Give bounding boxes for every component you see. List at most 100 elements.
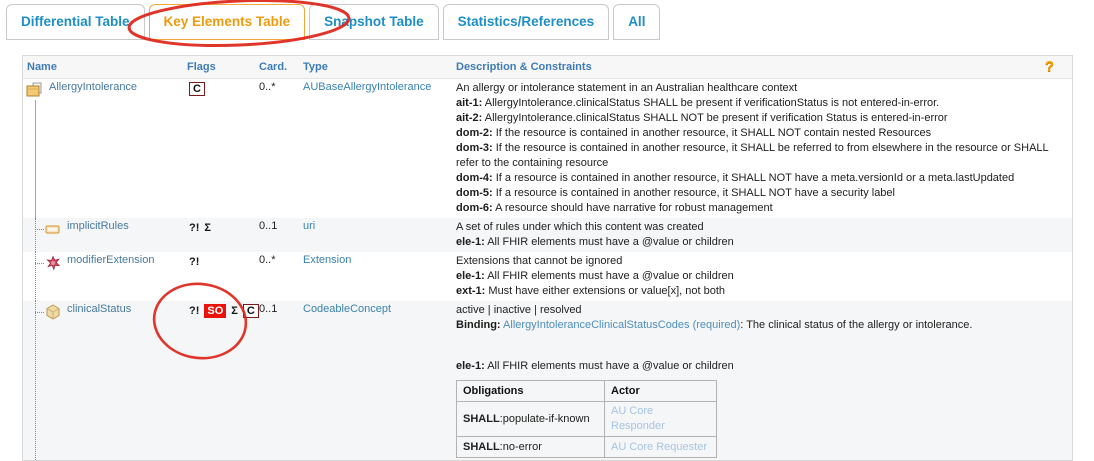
constraint-key: ele-1: <box>456 360 485 372</box>
constraint-key: ait-1: <box>456 97 482 109</box>
type-cell: CodeableConcept <box>303 301 456 460</box>
help-icon[interactable]: ? <box>1045 58 1054 75</box>
tab-bar: Differential Table Key Elements Table Sn… <box>0 0 1094 40</box>
type-link[interactable]: Extension <box>303 254 351 266</box>
binding-line: Binding: AllergyIntoleranceClinicalStatu… <box>456 318 1064 333</box>
element-name-link[interactable]: modifierExtension <box>67 254 154 266</box>
actor-header: Actor <box>605 381 717 402</box>
binding-description: : The clinical status of the allergy or … <box>740 319 972 331</box>
modifier-extension-star-icon <box>45 255 61 271</box>
element-name-cell: AllergyIntolerance <box>23 79 187 218</box>
summary-flag[interactable]: Σ <box>204 221 211 234</box>
constraint-text: AllergyIntolerance.clinicalStatus SHALL … <box>482 97 939 109</box>
constraint-key: ele-1: <box>456 236 485 248</box>
modifier-flag[interactable]: ?! <box>189 221 199 234</box>
header-name: Name <box>23 61 187 73</box>
cardinality-cell: 0..1 <box>259 218 303 252</box>
obligation-strength: SHALL <box>463 413 500 425</box>
tab-label: Key Elements Table <box>164 14 291 29</box>
tab-snapshot-table[interactable]: Snapshot Table <box>309 4 439 40</box>
obligations-table: Obligations Actor SHALL:populate-if-know… <box>456 380 717 458</box>
tree-stub <box>35 263 44 264</box>
tree-stub <box>35 312 44 313</box>
element-name-cell: modifierExtension <box>23 252 187 301</box>
constraint-text: All FHIR elements must have a @value or … <box>485 270 734 282</box>
description-cell: Extensions that cannot be ignored ele-1:… <box>456 252 1072 301</box>
binding-strength-link[interactable]: (required) <box>690 319 741 331</box>
tab-key-elements-table[interactable]: Key Elements Table <box>149 4 306 40</box>
table-row-implicitrules: implicitRules ?! Σ 0..1 uri A set of rul… <box>23 218 1072 252</box>
flags-cell: ?! Σ <box>187 218 259 252</box>
constraint-key: dom-2: <box>456 127 493 139</box>
constraint-text: If a resource is contained in another re… <box>493 172 1015 184</box>
element-name-cell: clinicalStatus <box>23 301 187 460</box>
cardinality-cell: 0..1 <box>259 301 303 460</box>
constraint-text: If a resource is contained in another re… <box>493 187 895 199</box>
obligation-flag[interactable]: SO <box>204 304 226 318</box>
tree-line <box>35 301 36 460</box>
constraint-text: A resource should have narrative for rob… <box>493 202 773 214</box>
cardinality-cell: 0..* <box>259 79 303 218</box>
modifier-flag[interactable]: ?! <box>189 304 199 317</box>
constraint-text: Must have either extensions or value[x],… <box>485 285 725 297</box>
type-link[interactable]: AUBaseAllergyIntolerance <box>303 81 431 93</box>
tree-line <box>35 100 36 218</box>
table-row-modifierextension: modifierExtension ?! 0..* Extension Exte… <box>23 252 1072 301</box>
type-cell: AUBaseAllergyIntolerance <box>303 79 456 218</box>
constraint-key: dom-4: <box>456 172 493 184</box>
actor-link[interactable]: AU Core Requester <box>611 441 707 453</box>
table-row-allergyintolerance: AllergyIntolerance C 0..* AUBaseAllergyI… <box>23 79 1072 218</box>
resource-folder-icon <box>26 82 42 98</box>
binding-label: Binding: <box>456 319 501 331</box>
primitive-element-icon <box>45 221 61 237</box>
element-name-link[interactable]: clinicalStatus <box>67 303 131 315</box>
type-link[interactable]: uri <box>303 220 315 232</box>
constraint-flag[interactable]: C <box>189 82 205 96</box>
type-cell: uri <box>303 218 456 252</box>
constraint-key: dom-6: <box>456 202 493 214</box>
tree-line <box>35 218 36 252</box>
modifier-flag[interactable]: ?! <box>189 255 199 268</box>
obligation-code: :populate-if-known <box>500 413 590 425</box>
description-text: An allergy or intolerance statement in a… <box>456 82 797 94</box>
tab-label: Statistics/References <box>458 14 595 29</box>
type-link[interactable]: CodeableConcept <box>303 303 391 315</box>
obligations-header-row: Obligations Actor <box>457 381 717 402</box>
tab-differential-table[interactable]: Differential Table <box>6 4 145 40</box>
obligation-row: SHALL:populate-if-known AU Core Responde… <box>457 402 717 437</box>
key-elements-table: Name Flags Card. Type Description & Cons… <box>22 55 1073 461</box>
constraint-text: AllergyIntolerance.clinicalStatus SHALL … <box>482 112 947 124</box>
constraint-text: If the resource is contained in another … <box>493 127 931 139</box>
constraint-text: If the resource is contained in another … <box>456 142 1048 169</box>
header-flags: Flags <box>187 61 259 73</box>
actor-link[interactable]: AU Core Responder <box>611 405 665 432</box>
constraint-key: dom-3: <box>456 142 493 154</box>
element-name-cell: implicitRules <box>23 218 187 252</box>
type-cell: Extension <box>303 252 456 301</box>
tab-label: Differential Table <box>21 14 130 29</box>
obligations-header: Obligations <box>457 381 605 402</box>
element-name-link[interactable]: AllergyIntolerance <box>49 81 137 93</box>
datatype-cube-icon <box>45 304 61 320</box>
description-text: A set of rules under which this content … <box>456 221 704 233</box>
cardinality-cell: 0..* <box>259 252 303 301</box>
constraint-text: All FHIR elements must have a @value or … <box>485 360 734 372</box>
summary-flag[interactable]: Σ <box>231 304 238 317</box>
tab-statistics-references[interactable]: Statistics/References <box>443 4 610 40</box>
obligation-strength: SHALL <box>463 441 500 453</box>
tree-line <box>35 252 36 301</box>
tree-stub <box>35 229 44 230</box>
constraint-flag[interactable]: C <box>243 304 259 318</box>
tab-label: Snapshot Table <box>324 14 424 29</box>
obligation-row: SHALL:no-error AU Core Requester <box>457 437 717 458</box>
description-cell: active | inactive | resolved Binding: Al… <box>456 301 1072 460</box>
tab-all[interactable]: All <box>613 4 660 40</box>
value-set-values: active | inactive | resolved <box>456 303 1064 318</box>
element-name-link[interactable]: implicitRules <box>67 220 129 232</box>
tab-label: All <box>628 14 645 29</box>
description-text: Extensions that cannot be ignored <box>456 255 622 267</box>
constraint-key: ele-1: <box>456 270 485 282</box>
flags-cell: ?! SO Σ C <box>187 301 259 460</box>
binding-valueset-link[interactable]: AllergyIntoleranceClinicalStatusCodes <box>501 319 690 331</box>
header-type: Type <box>303 61 456 73</box>
